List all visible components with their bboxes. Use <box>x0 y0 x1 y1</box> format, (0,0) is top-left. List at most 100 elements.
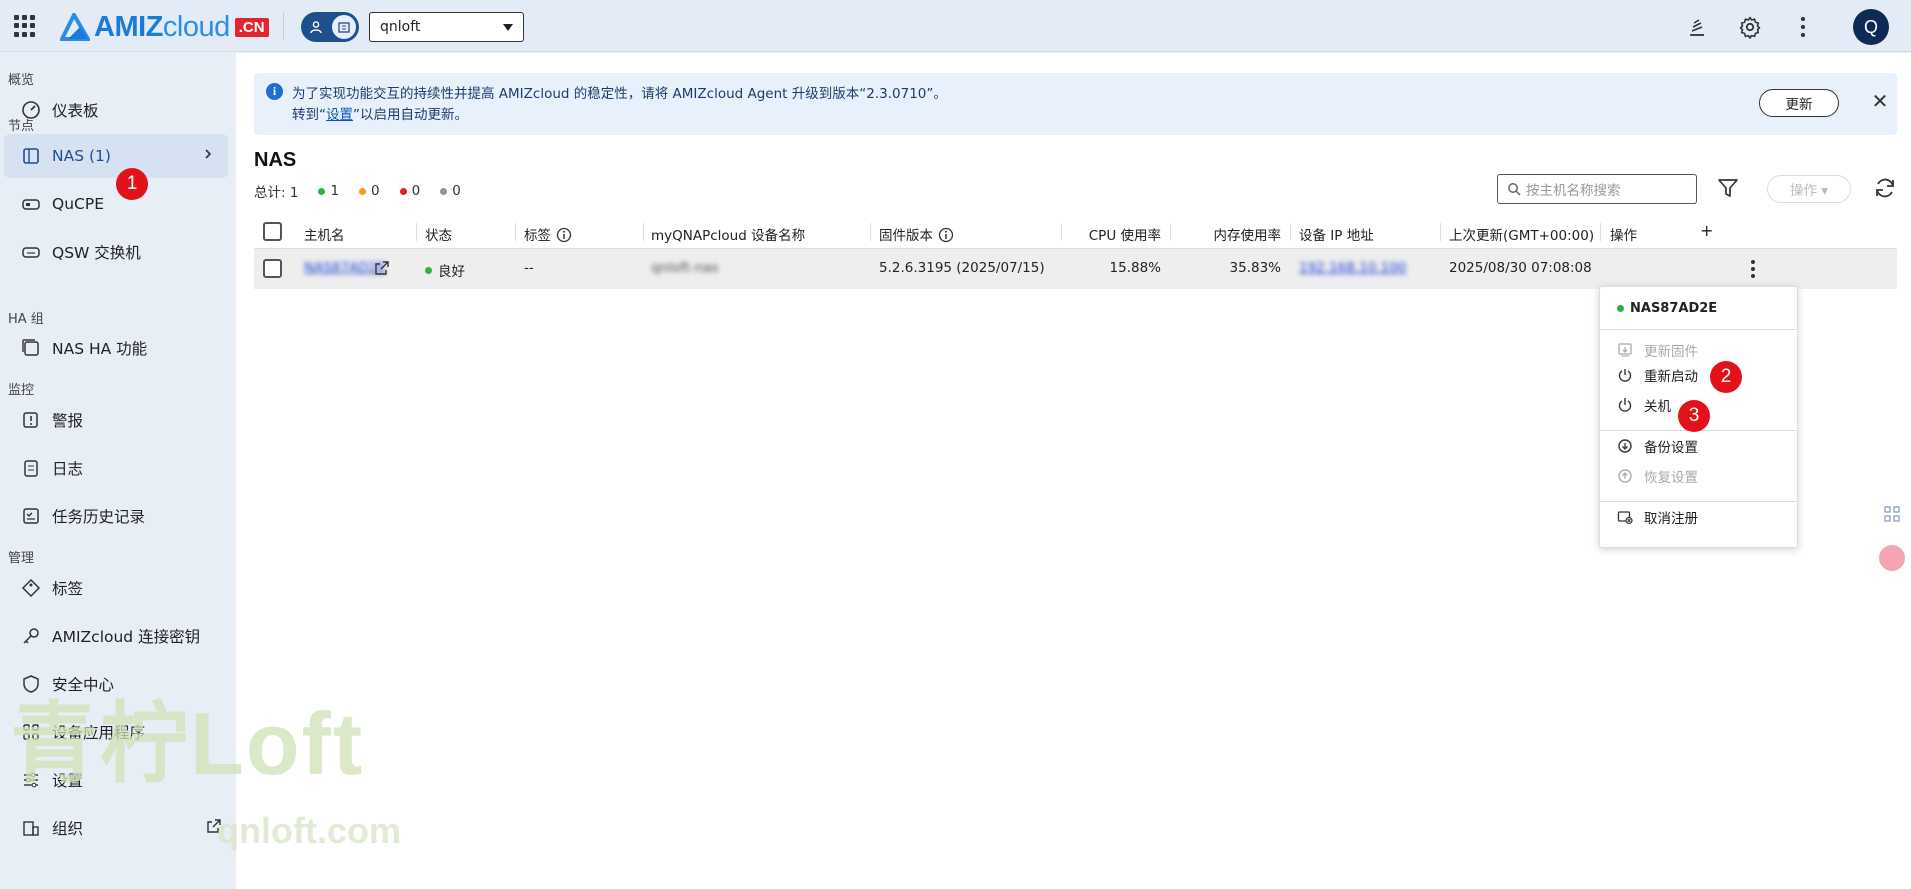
device-name-cell: qnloft-nas <box>651 260 719 276</box>
count-error: 0 <box>411 183 421 199</box>
more-options-icon[interactable] <box>1786 10 1820 44</box>
row-actions-kebab-icon[interactable] <box>1749 257 1757 281</box>
dropdown-arrow-icon <box>503 23 513 31</box>
external-link-icon[interactable] <box>206 818 222 838</box>
top-bar: AMIZcloud .CN qnloft Q <box>0 0 1911 52</box>
col-ip[interactable]: 设备 IP 地址 <box>1299 224 1374 244</box>
upgrade-notice-banner: i 为了实现功能交互的持续性并提高 AMIZcloud 的稳定性，请将 AMIZ… <box>254 73 1897 135</box>
app-launcher-icon[interactable] <box>14 15 36 37</box>
gear-icon[interactable] <box>1733 10 1767 44</box>
column-divider[interactable] <box>1600 223 1601 241</box>
col-status[interactable]: 状态 <box>425 224 452 244</box>
search-placeholder: 按主机名称搜索 <box>1526 183 1621 199</box>
column-divider[interactable] <box>870 223 871 241</box>
col-myqnapcloud-name[interactable]: myQNAPcloud 设备名称 <box>651 224 805 244</box>
banner-hint-suffix: ”以启用自动更新。 <box>353 107 468 123</box>
sidebar-item-tags[interactable]: 标签 <box>4 566 228 610</box>
column-divider[interactable] <box>643 223 644 241</box>
logo-text-bold: AMIZ <box>94 10 163 43</box>
status-dot-good <box>1617 304 1624 312</box>
tasks-icon[interactable] <box>1680 10 1714 44</box>
sidebar-item-connection-key[interactable]: AMIZcloud 连接密钥 <box>4 614 228 658</box>
sidebar-item-dashboard[interactable]: 仪表板 <box>4 88 228 132</box>
sidebar-item-label: 日志 <box>52 460 84 478</box>
sidebar-item-security-center[interactable]: 安全中心 <box>4 662 228 706</box>
settings-link[interactable]: 设置 <box>326 107 353 123</box>
table-header: 主机名 状态 标签 myQNAPcloud 设备名称 固件版本 CPU 使用率 … <box>254 215 1897 249</box>
chevron-right-icon <box>200 146 216 166</box>
last-update-cell: 2025/08/30 07:08:08 <box>1449 260 1592 276</box>
col-hostname[interactable]: 主机名 <box>304 224 345 244</box>
amizcloud-logo[interactable]: AMIZcloud .CN <box>60 11 269 43</box>
translate-icon[interactable] <box>1878 544 1906 572</box>
column-divider[interactable] <box>416 223 417 241</box>
add-column-button[interactable]: + <box>1700 221 1713 240</box>
nas-ha-icon <box>20 337 42 359</box>
tags-info-icon[interactable] <box>556 227 572 243</box>
status-dot-warning <box>359 187 367 195</box>
col-firmware[interactable]: 固件版本 <box>879 224 954 244</box>
column-divider[interactable] <box>1061 223 1062 241</box>
col-firmware-label: 固件版本 <box>879 228 933 244</box>
nas-icon <box>20 145 42 167</box>
close-icon[interactable]: ✕ <box>1868 89 1892 113</box>
section-ha-group: HA 组 <box>8 312 44 327</box>
sidebar-item-organization[interactable]: 组织 <box>4 806 228 850</box>
search-input[interactable]: 按主机名称搜索 <box>1497 174 1697 204</box>
sidebar-item-logs[interactable]: 日志 <box>4 446 228 490</box>
sidebar-item-label: QuCPE <box>52 195 104 213</box>
organization-building-icon[interactable] <box>332 15 356 39</box>
col-tags[interactable]: 标签 <box>524 224 572 244</box>
sidebar-item-device-apps[interactable]: 设备应用程序 <box>4 710 228 754</box>
sidebar-item-task-history[interactable]: 任务历史记录 <box>4 494 228 538</box>
step-badge: 2 <box>1710 361 1742 393</box>
count-offline: 0 <box>452 183 461 199</box>
sidebar-item-qsw[interactable]: QSW 交换机 <box>4 230 228 274</box>
column-divider[interactable] <box>1170 223 1171 241</box>
banner-message: 为了实现功能交互的持续性并提高 AMIZcloud 的稳定性，请将 AMIZcl… <box>292 86 947 102</box>
menu-item-unregister[interactable]: 取消注册 <box>1600 504 1797 530</box>
qr-apps-icon[interactable] <box>1878 500 1906 528</box>
organization-icon <box>20 817 42 839</box>
update-button[interactable]: 更新 <box>1759 89 1839 117</box>
account-type-toggle[interactable] <box>301 12 359 42</box>
filter-icon[interactable] <box>1716 176 1742 202</box>
column-divider[interactable] <box>1440 223 1441 241</box>
sidebar-item-label: AMIZcloud 连接密钥 <box>52 628 201 646</box>
status-dot-good <box>318 187 326 195</box>
sidebar-item-settings[interactable]: 设置 <box>4 758 228 802</box>
col-last-update[interactable]: 上次更新(GMT+00:00) <box>1449 224 1594 244</box>
sidebar-item-alerts[interactable]: 警报 <box>4 398 228 442</box>
node-status-summary: 总计: 1 1 0 0 0 <box>254 181 461 201</box>
column-divider[interactable] <box>1290 223 1291 241</box>
open-external-icon[interactable] <box>374 260 390 280</box>
actions-button[interactable]: 操作 ▾ <box>1767 175 1851 203</box>
total-count: 总计: 1 <box>254 185 299 201</box>
organization-select[interactable]: qnloft <box>369 12 524 42</box>
logo-mark-icon <box>60 13 90 41</box>
sidebar-item-nas-ha[interactable]: NAS HA 功能 <box>4 326 228 370</box>
table-row[interactable]: NAS87AD2E 良好 -- qnloft-nas 5.2.6.3195 (2… <box>254 249 1897 289</box>
refresh-icon[interactable] <box>1873 176 1899 202</box>
sidebar-item-label: 警报 <box>52 412 84 430</box>
col-actions: 操作 <box>1610 228 1637 244</box>
menu-item-restart[interactable]: 重新启动 <box>1600 362 1797 388</box>
section-management: 管理 <box>8 551 35 566</box>
settings-sliders-icon <box>20 769 42 791</box>
status-dot-offline <box>440 187 448 195</box>
menu-item-restore-settings: 恢复设置 <box>1600 463 1797 489</box>
menu-item-backup-settings[interactable]: 备份设置 <box>1600 433 1797 459</box>
ip-link[interactable]: 192.168.10.100 <box>1299 260 1406 276</box>
col-memory[interactable]: 内存使用率 <box>1179 224 1282 244</box>
firmware-info-icon[interactable] <box>938 227 954 243</box>
count-good: 1 <box>330 183 340 199</box>
col-cpu[interactable]: CPU 使用率 <box>1069 224 1161 244</box>
sidebar-item-nas[interactable]: NAS (1) <box>4 134 228 178</box>
user-avatar[interactable]: Q <box>1853 9 1889 45</box>
column-divider[interactable] <box>515 223 516 241</box>
menu-device-title: NAS87AD2E <box>1600 287 1797 330</box>
row-checkbox[interactable] <box>263 259 282 278</box>
personal-user-icon[interactable] <box>304 15 328 39</box>
menu-item-label: 恢复设置 <box>1644 470 1698 486</box>
select-all-checkbox[interactable] <box>263 222 282 241</box>
